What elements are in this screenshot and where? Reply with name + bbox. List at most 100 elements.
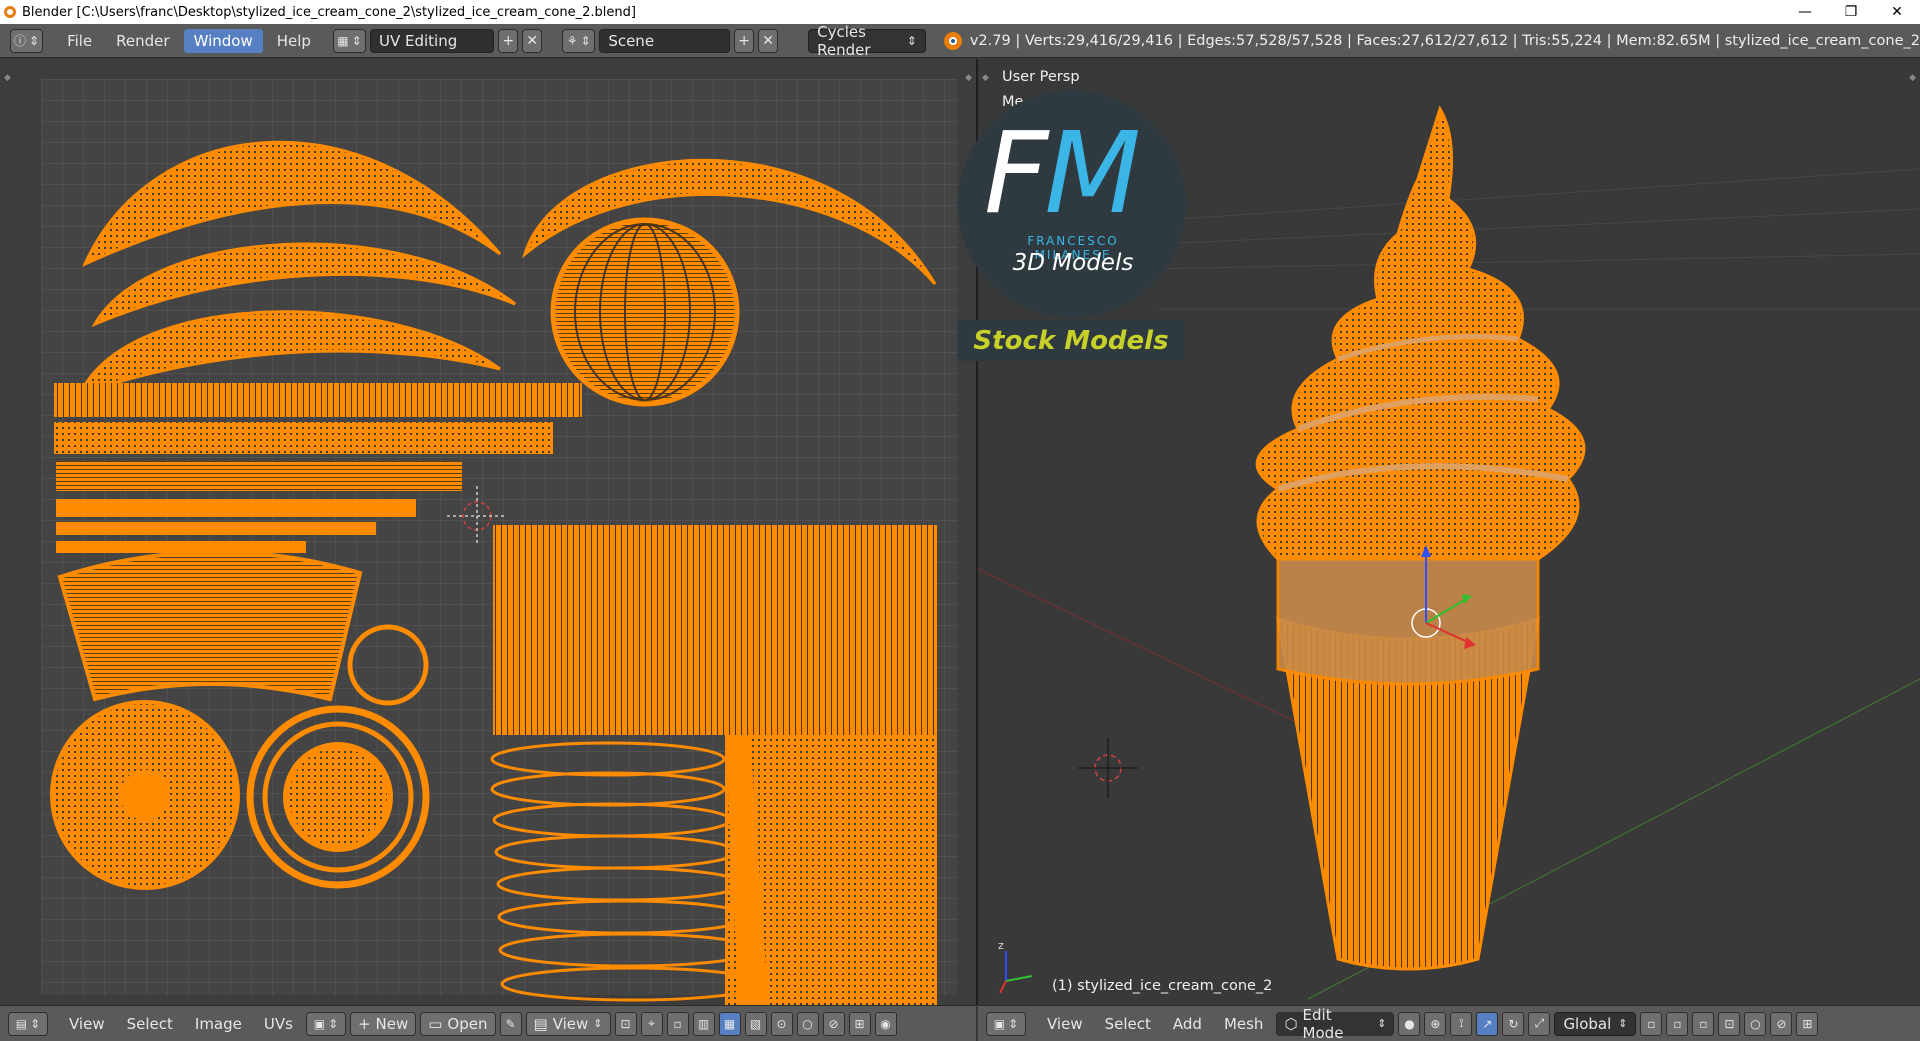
updown-arrows-icon: ⇕ [328,1016,339,1031]
snap-element-icon[interactable]: ⊞ [1796,1011,1819,1036]
x-icon: ✕ [762,32,774,49]
uv-sync-icon[interactable]: ⌖ [640,1011,663,1036]
snap-target-icon[interactable]: ⊞ [848,1011,871,1036]
uv-view-dropdown[interactable]: ▤ View ⇕ [525,1011,611,1036]
viewport-editor-type-button[interactable]: ▣ ⇕ [986,1011,1026,1036]
pivot-center-icon[interactable]: ⊕ [1424,1011,1447,1036]
viewport-menu-add[interactable]: Add [1164,1012,1211,1036]
viewport-menu-select[interactable]: Select [1096,1012,1160,1036]
mode-dropdown[interactable]: ⬡ Edit Mode ⇕ [1276,1006,1395,1041]
blender-logo-icon [943,31,962,50]
image-editor-icon: ▤ [15,1016,28,1031]
watermark-stock-banner: Stock Models [958,320,1184,361]
layer-1-icon[interactable]: ▫ [1640,1011,1663,1036]
uv-snap-icon[interactable]: ⊡ [614,1011,637,1036]
add-screen-button[interactable]: + [498,28,519,53]
scene-icon-button[interactable]: ⚘ ⇕ [562,28,596,53]
uv-island-sphere [550,217,740,407]
new-image-button[interactable]: + New [349,1011,417,1036]
translate-manipulator-icon[interactable]: ↗ [1476,1011,1499,1036]
area-corner-arrow-icon[interactable]: ◆ [965,73,972,83]
scene-icon: ⚘ [566,33,578,48]
layer-2-icon[interactable]: ▫ [1666,1011,1689,1036]
layer-3-icon[interactable]: ▫ [1692,1011,1715,1036]
ice-cream-mesh [1255,105,1586,561]
uv-strip-3 [56,461,462,491]
remove-screen-button[interactable]: ✕ [522,28,543,53]
open-image-button[interactable]: ▭ Open [420,1011,496,1036]
select-island-icon[interactable]: ▧ [744,1011,767,1036]
updown-arrows-icon: ⇕ [906,33,917,48]
layout-grid-icon: ▦ [337,33,349,48]
logo-letter-f: F [984,109,1048,239]
watermark-subtitle: 3D Models [1012,250,1134,276]
menu-help[interactable]: Help [267,29,321,53]
snap-icon[interactable]: ⊘ [822,1011,845,1036]
screen-layout-icon-button[interactable]: ▦ ⇕ [332,28,366,53]
occlude-geometry-icon[interactable]: ⊡ [1718,1011,1741,1036]
viewport-header: ▣ ⇕ View Select Add Mesh ⬡ Edit Mode ⇕ ● … [978,1005,1920,1041]
viewport-shading-icon[interactable]: ● [1398,1011,1421,1036]
mode-label: Edit Mode [1302,1005,1344,1041]
updown-arrows-icon: ⇕ [1377,1017,1387,1030]
select-vertex-icon[interactable]: ▫ [666,1011,689,1036]
pin-icon[interactable]: ✎ [499,1011,522,1036]
maximize-button[interactable]: ❐ [1828,0,1874,24]
window-title-bar: Blender [C:\Users\franc\Desktop\stylized… [0,0,1920,24]
updown-arrows-icon: ⇕ [30,1016,41,1031]
area-corner-arrow-icon[interactable]: ◆ [982,73,989,83]
close-button[interactable]: ✕ [1874,0,1920,24]
updown-arrows-icon: ⇕ [1008,1016,1019,1031]
minimize-button[interactable]: — [1782,0,1828,24]
uv-strip-6 [56,541,306,553]
proportional-edit-icon[interactable]: ○ [796,1011,819,1036]
pivot-point-icon[interactable]: ⊙ [770,1011,793,1036]
orientation-dropdown[interactable]: Global ⇕ [1554,1011,1637,1036]
edit-mode-icon: ⬡ [1284,1014,1298,1033]
info-editor-type-button[interactable]: ⓘ ⇕ [10,28,44,53]
blender-app-icon [4,6,16,18]
menu-file[interactable]: File [57,29,102,53]
scale-manipulator-icon[interactable]: ⤢ [1528,1011,1551,1036]
manipulator-toggle-icon[interactable]: ⟟ [1450,1011,1473,1036]
info-icon: ⓘ [13,34,26,48]
render-engine-dropdown[interactable]: Cycles Render ⇕ [808,23,926,59]
uv-menu-image[interactable]: Image [186,1012,251,1036]
uv-editor-type-button[interactable]: ▤ ⇕ [8,1011,48,1036]
uv-island-cone-arc [57,550,363,702]
3d-view-icon: ▣ [993,1016,1006,1031]
uv-image-editor[interactable]: ◆ ◆ [0,59,976,1005]
select-edge-icon[interactable]: ▥ [692,1011,715,1036]
menu-render[interactable]: Render [106,29,179,53]
uv-menu-select[interactable]: Select [118,1012,182,1036]
image-browse-button[interactable]: ▣ ⇕ [305,1011,346,1036]
updown-arrows-icon: ⇕ [593,1017,603,1030]
rotate-manipulator-icon[interactable]: ↻ [1502,1011,1525,1036]
plus-icon: + [738,32,750,49]
uv-menu-view[interactable]: View [60,1012,114,1036]
uv-active-icon[interactable]: ◉ [874,1011,897,1036]
menu-window[interactable]: Window [183,28,263,53]
view-mode-icon: ▤ [533,1014,548,1033]
info-header: ⓘ ⇕ File Render Window Help ▦ ⇕ UV Editing… [0,23,1920,59]
uv-menu-uvs[interactable]: UVs [255,1012,302,1036]
new-image-label: New [375,1014,409,1033]
area-corner-arrow-icon[interactable]: ◆ [4,73,11,83]
updown-arrows-icon: ⇕ [1618,1017,1628,1030]
area-corner-arrow-icon[interactable]: ◆ [1909,73,1916,83]
add-scene-button[interactable]: + [734,28,755,53]
select-face-icon[interactable]: ▦ [718,1011,741,1036]
stats-text: v2.79 | Verts:29,416/29,416 | Edges:57,5… [969,32,1920,49]
image-icon: ▣ [313,1016,326,1031]
remove-scene-button[interactable]: ✕ [758,28,779,53]
scene-field[interactable]: Scene [599,28,731,53]
screen-layout-field[interactable]: UV Editing [370,28,495,53]
snap-icon[interactable]: ⊘ [1770,1011,1793,1036]
uv-island-ellipse-stack [490,741,764,1002]
viewport-menu-mesh[interactable]: Mesh [1215,1012,1273,1036]
window-title: Blender [C:\Users\franc\Desktop\stylized… [22,4,636,20]
uv-layout [50,140,937,1005]
viewport-menu-view[interactable]: View [1038,1012,1092,1036]
logo-letter-m: M [1044,109,1141,239]
proportional-edit-icon[interactable]: ○ [1744,1011,1767,1036]
